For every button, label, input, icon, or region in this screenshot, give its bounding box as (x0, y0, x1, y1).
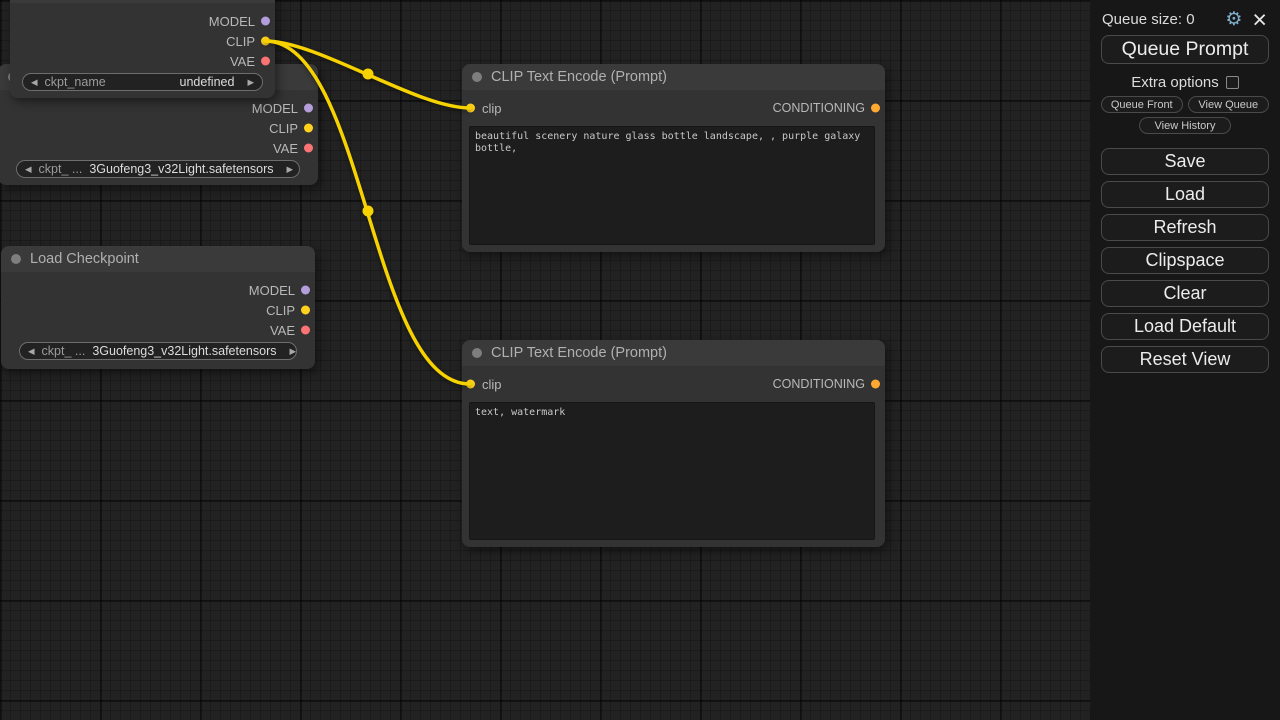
io-slot-row: clip CONDITIONING (462, 374, 885, 394)
node-graph-canvas[interactable]: MODEL CLIP VAE ◀ ckpt_ ... 3Guofeng3_v32… (0, 0, 1090, 720)
settings-gear-icon[interactable]: ⚙ (1225, 10, 1242, 29)
clip-output-port[interactable] (301, 306, 310, 315)
output-slot-vae: VAE (10, 51, 275, 71)
combo-prev-icon[interactable]: ◀ (31, 78, 38, 87)
collapse-dot[interactable] (11, 254, 21, 264)
vae-output-port[interactable] (304, 144, 313, 153)
reset-view-button[interactable]: Reset View (1101, 346, 1269, 373)
load-button[interactable]: Load (1101, 181, 1269, 208)
ckpt-name-combo-widget[interactable]: ◀ ckpt_ ... 3Guofeng3_v32Light.safetenso… (16, 160, 300, 178)
node-clip-text-encode-negative[interactable]: CLIP Text Encode (Prompt) clip CONDITION… (462, 340, 885, 547)
output-slot-vae: VAE (0, 138, 318, 158)
view-queue-button[interactable]: View Queue (1188, 96, 1270, 113)
widget-value: undefined (180, 75, 235, 89)
clip-input-port[interactable] (466, 104, 475, 113)
node-clip-text-encode-positive[interactable]: CLIP Text Encode (Prompt) clip CONDITION… (462, 64, 885, 252)
combo-prev-icon[interactable]: ◀ (28, 347, 35, 356)
model-output-port[interactable] (301, 286, 310, 295)
menu-header: Queue size: 0 ⚙ × (1101, 8, 1269, 35)
queue-front-button[interactable]: Queue Front (1101, 96, 1183, 113)
output-slot-model: MODEL (10, 11, 275, 31)
collapse-dot[interactable] (472, 348, 482, 358)
comfy-menu-panel: Queue size: 0 ⚙ × Queue Prompt Extra opt… (1090, 0, 1280, 720)
combo-prev-icon[interactable]: ◀ (25, 165, 32, 174)
node-title-bar[interactable]: Load Checkpoint (1, 246, 315, 272)
ckpt-name-combo-widget[interactable]: ◀ ckpt_name undefined ▶ (22, 73, 263, 91)
queue-controls-row: Queue Front View Queue (1101, 96, 1269, 113)
widget-name: ckpt_ ... (42, 344, 86, 358)
refresh-button[interactable]: Refresh (1101, 214, 1269, 241)
clip-output-port[interactable] (304, 124, 313, 133)
io-slot-row: clip CONDITIONING (462, 98, 885, 118)
queue-size-value: 0 (1186, 11, 1194, 28)
node-title: CLIP Text Encode (Prompt) (491, 345, 667, 361)
queue-prompt-button[interactable]: Queue Prompt (1101, 35, 1269, 64)
wire-midpoint-dot (363, 206, 374, 217)
queue-size-label: Queue size: (1102, 11, 1182, 28)
output-slot-model: MODEL (1, 280, 315, 300)
save-button[interactable]: Save (1101, 148, 1269, 175)
comfyui-app: MODEL CLIP VAE ◀ ckpt_ ... 3Guofeng3_v32… (0, 0, 1280, 720)
combo-next-icon[interactable]: ▶ (247, 78, 254, 87)
slot-label: CONDITIONING (773, 101, 885, 115)
ckpt-name-combo-widget[interactable]: ◀ ckpt_ ... 3Guofeng3_v32Light.safetenso… (19, 342, 297, 360)
collapse-dot[interactable] (472, 72, 482, 82)
clip-output-port[interactable] (261, 37, 270, 46)
view-history-button[interactable]: View History (1139, 117, 1231, 134)
slot-label: CONDITIONING (773, 377, 885, 391)
widget-name: ckpt_ ... (39, 162, 83, 176)
combo-next-icon[interactable]: ▶ (290, 347, 297, 356)
node-title: CLIP Text Encode (Prompt) (491, 69, 667, 85)
combo-next-icon[interactable]: ▶ (287, 165, 294, 174)
extra-options-label: Extra options (1131, 74, 1219, 91)
clear-button[interactable]: Clear (1101, 280, 1269, 307)
widget-value: 3Guofeng3_v32Light.safetensors (92, 344, 276, 358)
node-load-checkpoint-top[interactable]: MODEL CLIP VAE ◀ ckpt_name undefined ▶ (10, 0, 275, 98)
vae-output-port[interactable] (301, 326, 310, 335)
output-slot-model: MODEL (0, 98, 318, 118)
node-load-checkpoint[interactable]: Load Checkpoint MODEL CLIP VAE ◀ ckpt_ . (1, 246, 315, 369)
action-buttons: Save Load Refresh Clipspace Clear Load D… (1101, 148, 1269, 373)
widget-name: ckpt_name (45, 75, 106, 89)
extra-options-checkbox[interactable] (1226, 76, 1239, 89)
conditioning-output-port[interactable] (871, 104, 880, 113)
output-slot-clip: CLIP (0, 118, 318, 138)
clipspace-button[interactable]: Clipspace (1101, 247, 1269, 274)
negative-prompt-textarea[interactable]: text, watermark (469, 402, 875, 540)
queue-size-status: Queue size: 0 (1102, 11, 1195, 28)
vae-output-port[interactable] (261, 57, 270, 66)
node-title-bar[interactable]: CLIP Text Encode (Prompt) (462, 340, 885, 366)
output-slot-clip: CLIP (10, 31, 275, 51)
conditioning-output-port[interactable] (871, 380, 880, 389)
load-default-button[interactable]: Load Default (1101, 313, 1269, 340)
node-title-bar[interactable]: CLIP Text Encode (Prompt) (462, 64, 885, 90)
clip-input-port[interactable] (466, 380, 475, 389)
wire-midpoint-dot (363, 69, 374, 80)
close-icon[interactable]: × (1252, 11, 1267, 29)
output-slot-clip: CLIP (1, 300, 315, 320)
widget-value: 3Guofeng3_v32Light.safetensors (89, 162, 273, 176)
output-slot-vae: VAE (1, 320, 315, 340)
node-title: Load Checkpoint (30, 251, 139, 267)
positive-prompt-textarea[interactable]: beautiful scenery nature glass bottle la… (469, 126, 875, 245)
model-output-port[interactable] (261, 17, 270, 26)
extra-options-row: Extra options (1101, 74, 1269, 91)
model-output-port[interactable] (304, 104, 313, 113)
